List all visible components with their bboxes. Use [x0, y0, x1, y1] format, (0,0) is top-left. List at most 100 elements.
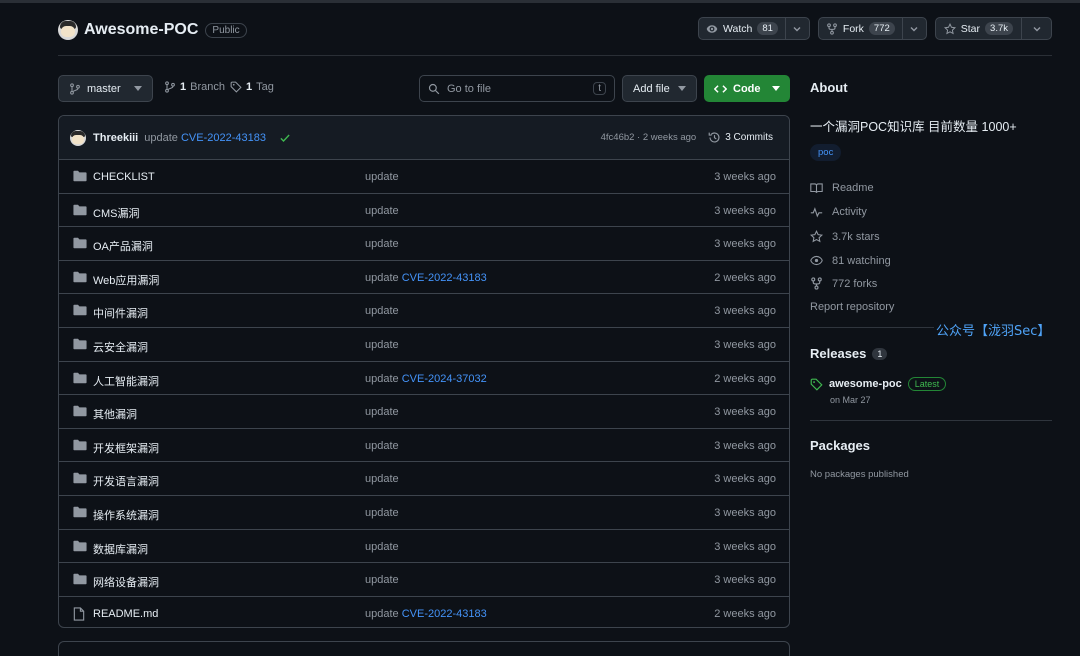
file-row[interactable]: Web应用漏洞 update CVE-2022-43183 2 weeks ago	[59, 261, 789, 295]
packages-heading[interactable]: Packages	[810, 438, 870, 453]
eye-icon	[810, 255, 823, 266]
report-repository-link[interactable]: Report repository	[810, 301, 894, 313]
folder-icon-wrap	[73, 304, 87, 316]
branch-icon	[70, 82, 80, 95]
fork-button[interactable]: Fork 772	[817, 17, 927, 40]
release-date: on Mar 27	[830, 395, 871, 405]
star-count: 3.7k	[985, 22, 1013, 35]
file-name[interactable]: Web应用漏洞	[93, 272, 159, 288]
file-row[interactable]: 云安全漏洞 update 3 weeks ago	[59, 328, 789, 362]
release-item[interactable]: awesome-poc Latest	[810, 377, 947, 391]
file-row[interactable]: README.md update CVE-2022-43183 2 weeks ag…	[59, 597, 789, 627]
readme-link[interactable]: Readme	[810, 182, 874, 194]
releases-heading[interactable]: Releases 1	[810, 346, 888, 361]
file-commit-prefix: update	[365, 406, 399, 419]
topic-tag[interactable]: poc	[810, 144, 842, 161]
fork-count: 772	[868, 22, 895, 35]
file-name[interactable]: 网络设备漏洞	[93, 574, 159, 590]
file-name[interactable]: 开发框架漏洞	[93, 440, 159, 456]
file-icon-wrap	[73, 607, 85, 621]
file-commit-time: 3 weeks ago	[714, 305, 776, 318]
stars-link[interactable]: 3.7k stars	[810, 230, 880, 243]
file-name[interactable]: CHECKLIST	[93, 171, 155, 183]
file-browser: Threekiii update CVE-2022-43183 4fc46b2 …	[58, 115, 790, 628]
star-dropdown[interactable]	[1021, 18, 1051, 39]
file-name[interactable]: 操作系统漏洞	[93, 507, 159, 523]
file-commit-link[interactable]: CVE-2022-43183	[402, 608, 487, 620]
folder-icon-wrap	[73, 472, 87, 484]
watermark-line	[810, 327, 934, 328]
caret-down-icon	[772, 85, 780, 91]
check-icon[interactable]	[279, 132, 291, 144]
file-name[interactable]: 其他漏洞	[93, 406, 137, 422]
file-row[interactable]: OA产品漏洞 update 3 weeks ago	[59, 227, 789, 261]
go-to-file-input[interactable]: Go to file t	[419, 75, 615, 102]
file-row[interactable]: 中间件漏洞 update 3 weeks ago	[59, 294, 789, 328]
commit-message-link[interactable]: CVE-2022-43183	[181, 132, 266, 144]
search-icon	[428, 83, 440, 94]
file-commit-prefix: update	[365, 338, 399, 351]
file-commit-prefix: update	[365, 305, 399, 318]
file-row[interactable]: 网络设备漏洞 update 3 weeks ago	[59, 563, 789, 597]
repo-name[interactable]: Awesome-POC	[84, 21, 198, 39]
chevron-down-icon	[1033, 26, 1040, 31]
branch-name: master	[87, 82, 121, 95]
file-name[interactable]: OA产品漏洞	[93, 238, 153, 254]
watchers-link[interactable]: 81 watching	[810, 254, 891, 267]
file-commit-prefix: update	[365, 473, 399, 486]
star-icon	[943, 22, 956, 34]
commits-link[interactable]: 3 Commits	[708, 131, 773, 144]
file-row[interactable]: 操作系统漏洞 update 3 weeks ago	[59, 496, 789, 530]
commit-author[interactable]: Threekiii	[93, 132, 138, 144]
branch-selector[interactable]: master	[58, 75, 153, 102]
fork-dropdown[interactable]	[901, 18, 926, 39]
file-name[interactable]: CMS漏洞	[93, 205, 139, 221]
watching-label: 81 watching	[832, 254, 891, 267]
author-avatar[interactable]	[70, 129, 86, 146]
owner-avatar[interactable]	[58, 20, 78, 40]
top-border	[0, 0, 1080, 3]
code-button[interactable]: Code	[704, 75, 790, 102]
watch-button[interactable]: Watch 81	[697, 17, 810, 40]
file-row[interactable]: 开发框架漏洞 update 3 weeks ago	[59, 429, 789, 463]
file-commit-message: update	[365, 171, 399, 183]
file-commit-message: update CVE-2024-37032	[365, 373, 487, 385]
file-name[interactable]: 数据库漏洞	[93, 541, 148, 557]
folder-icon	[73, 271, 87, 283]
watch-dropdown[interactable]	[784, 18, 809, 39]
file-name[interactable]: 云安全漏洞	[93, 339, 148, 355]
commits-label: 3 Commits	[725, 132, 773, 143]
branches-count: 1	[180, 81, 187, 93]
folder-icon	[73, 237, 87, 249]
folder-icon	[73, 204, 87, 215]
releases-title: Releases	[810, 346, 867, 361]
add-file-button[interactable]: Add file	[622, 75, 697, 102]
file-name[interactable]: 中间件漏洞	[93, 305, 148, 321]
file-commit-link[interactable]: CVE-2022-43183	[402, 272, 487, 284]
folder-icon	[73, 372, 87, 383]
tags-link[interactable]: 1 Tag	[230, 81, 274, 93]
file-row[interactable]: CHECKLIST update 3 weeks ago	[59, 160, 789, 194]
star-button[interactable]: Star 3.7k	[934, 17, 1052, 40]
file-commit-prefix: update	[365, 439, 399, 452]
code-label: Code	[733, 82, 761, 95]
file-name[interactable]: README.md	[93, 608, 158, 620]
file-commit-message: update	[365, 574, 399, 586]
file-commit-message: update	[365, 205, 399, 217]
file-row[interactable]: 人工智能漏洞 update CVE-2024-37032 2 weeks ago	[59, 362, 789, 396]
file-commit-time: 3 weeks ago	[714, 204, 776, 217]
file-row[interactable]: 开发语言漏洞 update 3 weeks ago	[59, 462, 789, 496]
file-name[interactable]: 开发语言漏洞	[93, 473, 159, 489]
commit-hash-time[interactable]: 4fc46b2 · 2 weeks ago	[601, 132, 697, 143]
file-commit-link[interactable]: CVE-2024-37032	[402, 373, 487, 385]
file-commit-prefix: update	[365, 607, 399, 620]
file-row[interactable]: 其他漏洞 update 3 weeks ago	[59, 395, 789, 429]
file-commit-time: 3 weeks ago	[714, 574, 776, 587]
forks-link[interactable]: 772 forks	[810, 277, 877, 290]
branches-link[interactable]: 1 Branch	[164, 81, 225, 93]
activity-link[interactable]: Activity	[810, 206, 867, 218]
file-row[interactable]: CMS漏洞 update 3 weeks ago	[59, 194, 789, 228]
file-name[interactable]: 人工智能漏洞	[93, 373, 159, 389]
file-row[interactable]: 数据库漏洞 update 3 weeks ago	[59, 530, 789, 564]
fork-icon	[811, 277, 822, 290]
